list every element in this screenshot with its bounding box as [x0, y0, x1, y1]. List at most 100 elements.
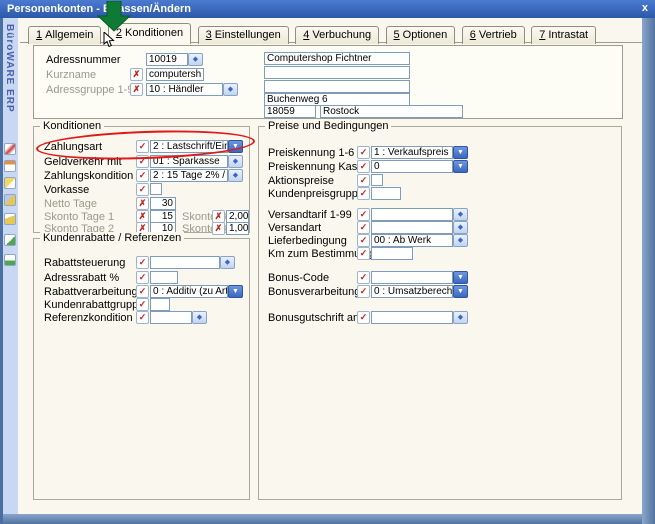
- geldverkehr-field[interactable]: 01 : Sparkasse: [150, 155, 228, 168]
- key-icon[interactable]: [4, 177, 16, 189]
- name1-field[interactable]: Computershop Fichtner: [264, 52, 410, 65]
- rabattsteuerung-spinner[interactable]: ◆: [220, 256, 235, 269]
- edit-check-icon[interactable]: ✓: [136, 311, 149, 324]
- adressnummer-spinner[interactable]: ◆: [188, 53, 203, 66]
- lieferbedingung-field[interactable]: 00 : Ab Werk: [371, 234, 453, 247]
- delete-x-icon[interactable]: ✗: [136, 197, 149, 210]
- zahlungskondition-field[interactable]: 2 : 15 Tage 2% / 10 Tag: [150, 169, 228, 182]
- rabattverarbeitung-label: Rabattverarbeitung: [44, 286, 138, 298]
- tab-verbuchung[interactable]: 4Verbuchung: [295, 26, 379, 44]
- versandart-spinner[interactable]: ◆: [453, 221, 468, 234]
- bonusgutschrift-spinner[interactable]: ◆: [453, 311, 468, 324]
- tab-einstellungen[interactable]: 3Einstellungen: [198, 26, 289, 44]
- delete-x-icon[interactable]: ✗: [130, 68, 143, 81]
- edit-check-icon[interactable]: ✓: [357, 234, 370, 247]
- edit-check-icon[interactable]: ✓: [357, 160, 370, 173]
- window-border-right: [642, 18, 655, 524]
- referenzkondition-field[interactable]: [150, 311, 192, 324]
- window-title: Personenkonten - Erfassen/Ändern: [7, 3, 191, 15]
- name3-field[interactable]: [264, 80, 410, 93]
- skonto-tage1-label: Skonto Tage 1: [44, 211, 114, 223]
- preiskennung-dropdown[interactable]: ▼: [453, 146, 468, 159]
- rabattverarbeitung-field[interactable]: 0 : Additiv (zu Artikel)/WGR: [150, 285, 228, 298]
- tab-optionen[interactable]: 5Optionen: [386, 26, 456, 44]
- edit-check-icon[interactable]: ✓: [136, 183, 149, 196]
- edit-check-icon[interactable]: ✓: [357, 208, 370, 221]
- tab-konditionen[interactable]: 2Konditionen: [108, 23, 191, 44]
- adressrabatt-label: Adressrabatt %: [44, 272, 119, 284]
- delete-x-icon[interactable]: ✗: [130, 83, 143, 96]
- edit-check-icon[interactable]: ✓: [357, 247, 370, 260]
- edit-check-icon[interactable]: ✓: [136, 140, 149, 153]
- kundenpreisgruppe-field[interactable]: [371, 187, 401, 200]
- skonto-pct2-field[interactable]: 1,00: [226, 222, 249, 235]
- vorkasse-checkbox[interactable]: [150, 183, 162, 195]
- edit-check-icon[interactable]: ✓: [357, 221, 370, 234]
- edit-check-icon[interactable]: ✓: [357, 174, 370, 187]
- preiskennung-kasse-dropdown[interactable]: ▼: [453, 160, 468, 173]
- edit-check-icon[interactable]: ✓: [136, 256, 149, 269]
- rabattsteuerung-field[interactable]: [150, 256, 220, 269]
- versandtarif-spinner[interactable]: ◆: [453, 208, 468, 221]
- zahlungsart-dropdown[interactable]: ▼: [228, 140, 243, 153]
- edit-check-icon[interactable]: ✓: [136, 169, 149, 182]
- kurzname-label: Kurzname: [46, 69, 96, 81]
- lieferbedingung-label: Lieferbedingung: [268, 235, 347, 247]
- edit-check-icon[interactable]: ✓: [136, 271, 149, 284]
- bonuscode-field[interactable]: [371, 271, 453, 284]
- name2-field[interactable]: [264, 66, 410, 79]
- adressnummer-field[interactable]: 10019: [146, 53, 188, 66]
- kundenrabattgruppe-label: Kundenrabattgruppe: [44, 299, 144, 311]
- window-border-bottom: [3, 514, 642, 524]
- zahlungskondition-spinner[interactable]: ◆: [228, 169, 243, 182]
- bonusverarbeitung-field[interactable]: 0 : Umsatzberechnung Adr: [371, 285, 453, 298]
- versandart-field[interactable]: [371, 221, 453, 234]
- km-field[interactable]: [371, 247, 413, 260]
- adressgruppe-spinner[interactable]: ◆: [223, 83, 238, 96]
- preiskennung-field[interactable]: 1 : Verkaufspreis 1: [371, 146, 453, 159]
- plz-field[interactable]: 18059: [264, 105, 316, 118]
- bonusverarbeitung-label: Bonusverarbeitung: [268, 286, 360, 298]
- window-icon[interactable]: [4, 160, 16, 172]
- preiskennung-kasse-field[interactable]: 0: [371, 160, 453, 173]
- document-add-icon[interactable]: [4, 254, 16, 266]
- versandtarif-field[interactable]: [371, 208, 453, 221]
- edit-check-icon[interactable]: ✓: [357, 271, 370, 284]
- adressgruppe-field[interactable]: 10 : Händler: [146, 83, 223, 96]
- bonuscode-label: Bonus-Code: [268, 272, 329, 284]
- edit-check-icon[interactable]: ✓: [357, 187, 370, 200]
- kundenrabattgruppe-field[interactable]: [150, 298, 170, 311]
- adressrabatt-field[interactable]: [150, 271, 178, 284]
- bonusverarbeitung-dropdown[interactable]: ▼: [453, 285, 468, 298]
- bonuscode-dropdown[interactable]: ▼: [453, 271, 468, 284]
- monitor-icon[interactable]: [4, 143, 16, 155]
- tab-vertrieb[interactable]: 6Vertrieb: [462, 26, 525, 44]
- versandtarif-label: Versandtarif 1-99: [268, 209, 352, 221]
- tab-intrastat[interactable]: 7Intrastat: [531, 26, 596, 44]
- brand-label: BüroWARE ERP: [4, 24, 15, 113]
- zahlungsart-field[interactable]: 2 : Lastschrift/Einzugserm: [150, 140, 228, 153]
- ort-field[interactable]: Rostock: [320, 105, 463, 118]
- edit-check-icon[interactable]: ✓: [136, 285, 149, 298]
- edit-check-icon[interactable]: ✓: [136, 155, 149, 168]
- document-sync-icon[interactable]: [4, 234, 16, 246]
- edit-check-icon[interactable]: ✓: [357, 146, 370, 159]
- delete-x-icon[interactable]: ✗: [212, 222, 225, 235]
- kurzname-field[interactable]: computersh: [146, 68, 204, 81]
- calculator-coins-icon[interactable]: [4, 194, 16, 206]
- tab-allgemein[interactable]: 1Allgemein: [28, 26, 101, 44]
- edit-check-icon[interactable]: ✓: [136, 298, 149, 311]
- referenzkondition-spinner[interactable]: ◆: [192, 311, 207, 324]
- rabattverarbeitung-dropdown[interactable]: ▼: [228, 285, 243, 298]
- netto-tage-field[interactable]: 30: [150, 197, 176, 210]
- versandart-label: Versandart: [268, 222, 321, 234]
- bonusgutschrift-field[interactable]: [371, 311, 453, 324]
- geldverkehr-spinner[interactable]: ◆: [228, 155, 243, 168]
- coins-icon[interactable]: [4, 213, 16, 225]
- konditionen-title: Konditionen: [40, 120, 104, 132]
- edit-check-icon[interactable]: ✓: [357, 311, 370, 324]
- lieferbedingung-spinner[interactable]: ◆: [453, 234, 468, 247]
- close-icon[interactable]: x: [642, 0, 648, 17]
- edit-check-icon[interactable]: ✓: [357, 285, 370, 298]
- aktionspreise-checkbox[interactable]: [371, 174, 383, 186]
